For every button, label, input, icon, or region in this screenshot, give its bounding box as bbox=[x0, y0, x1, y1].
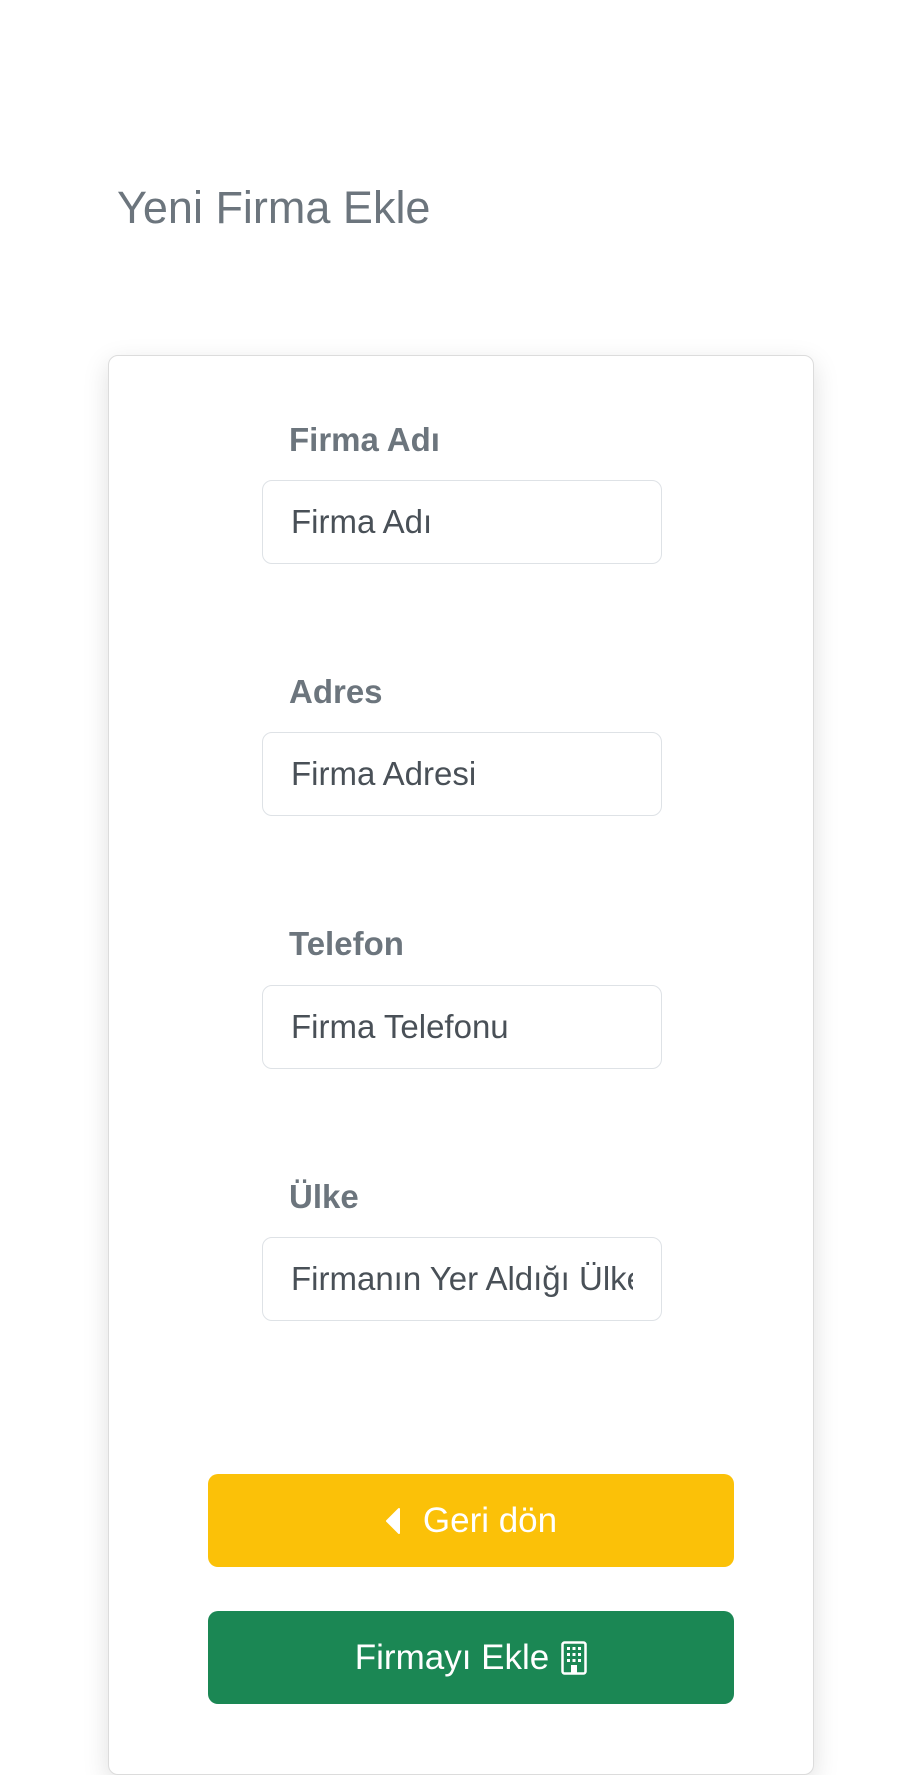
company-name-input[interactable] bbox=[262, 480, 662, 564]
back-button[interactable]: Geri dön bbox=[208, 1474, 734, 1567]
phone-label: Telefon bbox=[289, 925, 404, 962]
building-icon bbox=[561, 1640, 587, 1675]
add-company-button-label: Firmayı Ekle bbox=[354, 1637, 550, 1677]
address-input[interactable] bbox=[262, 732, 662, 816]
back-button-label: Geri dön bbox=[422, 1500, 558, 1540]
page-title: Yeni Firma Ekle bbox=[117, 182, 431, 233]
add-company-button[interactable]: Firmayı Ekle bbox=[208, 1611, 734, 1704]
phone-input[interactable] bbox=[262, 985, 662, 1069]
country-input[interactable] bbox=[262, 1237, 662, 1321]
caret-left-icon bbox=[385, 1507, 401, 1534]
country-label: Ülke bbox=[289, 1178, 359, 1215]
company-name-label: Firma Adı bbox=[289, 421, 440, 458]
address-label: Adres bbox=[289, 673, 383, 710]
